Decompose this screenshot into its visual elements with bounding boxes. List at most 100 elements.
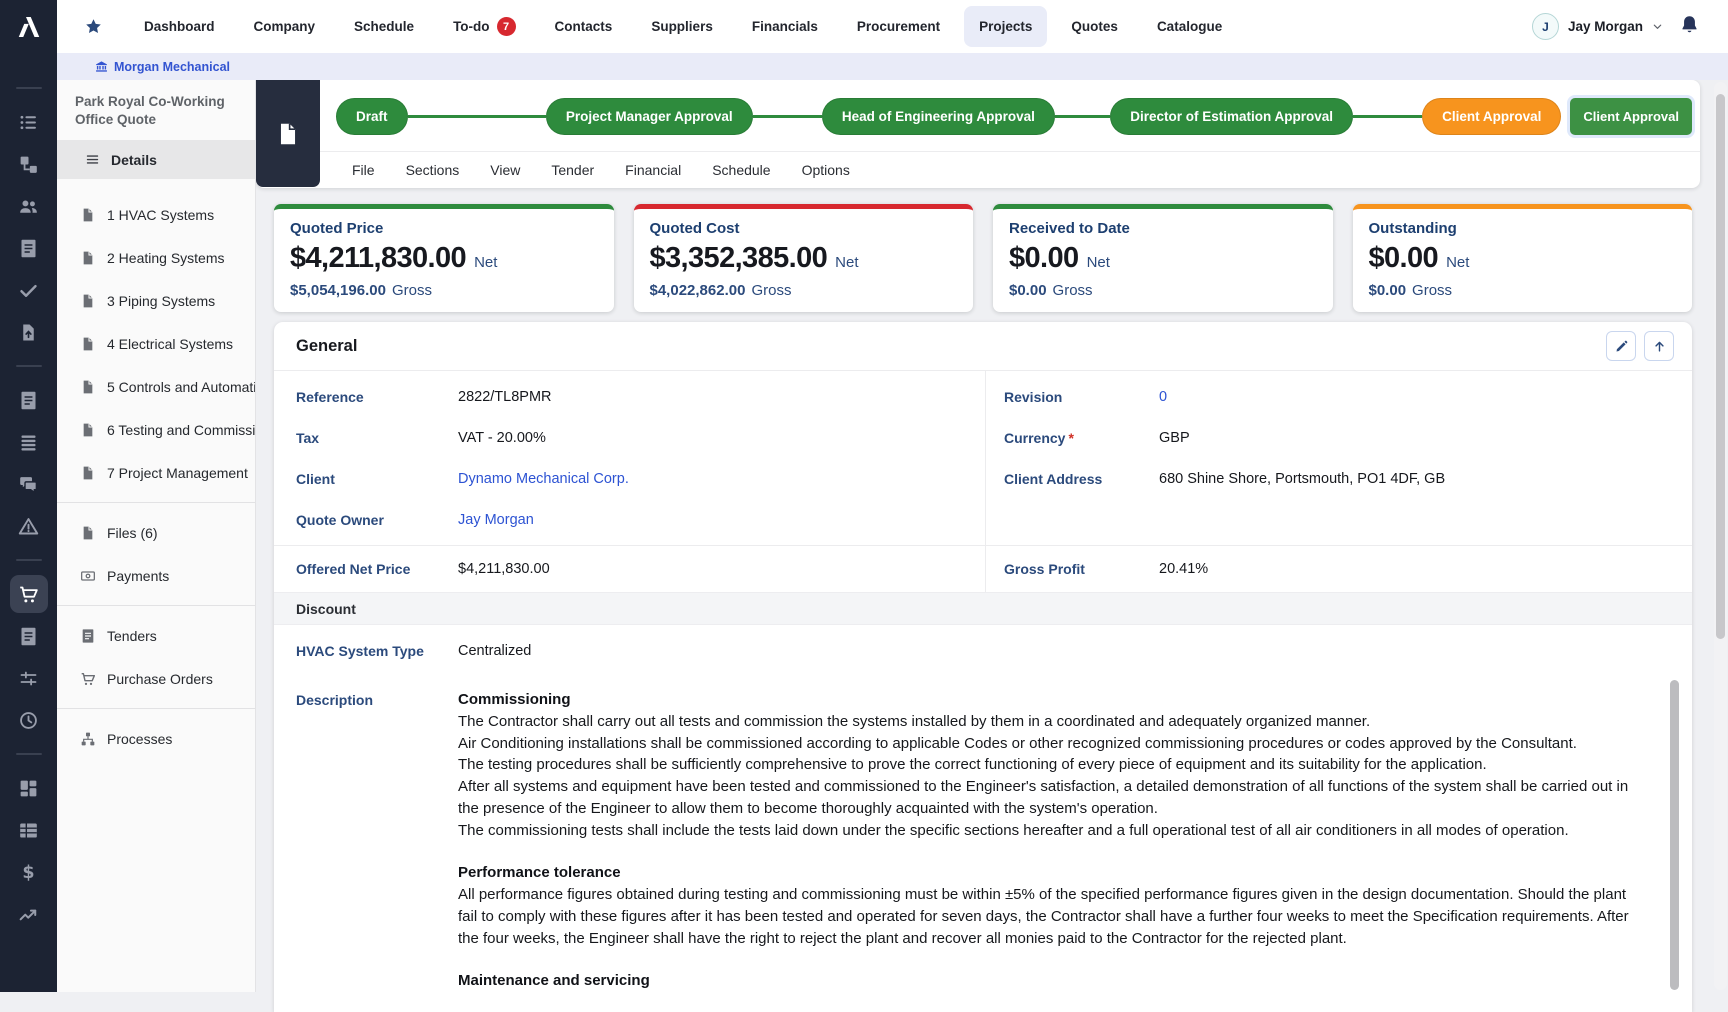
client-approval-button[interactable]: Client Approval bbox=[1570, 98, 1692, 135]
hvac-system-type-field: HVAC System Type Centralized bbox=[274, 625, 1692, 677]
document-icon bbox=[18, 390, 39, 411]
rail-item-chat[interactable] bbox=[10, 465, 48, 503]
collapse-button[interactable] bbox=[1644, 331, 1674, 361]
nav-item-quotes[interactable]: Quotes bbox=[1056, 6, 1133, 47]
rail-item-document[interactable] bbox=[10, 617, 48, 655]
gross-profit-field: Gross Profit 20.41% bbox=[985, 546, 1692, 592]
workflow-step-director-of-estimation-approval[interactable]: Director of Estimation Approval bbox=[1110, 98, 1353, 135]
file-icon bbox=[80, 336, 96, 352]
nav-item-catalogue[interactable]: Catalogue bbox=[1142, 6, 1237, 47]
dollar-icon: $ bbox=[18, 862, 39, 883]
hierarchy-icon bbox=[18, 154, 39, 175]
user-menu[interactable]: J Jay Morgan bbox=[1532, 13, 1663, 40]
card-net-value: $0.00 bbox=[1009, 242, 1079, 275]
description-paragraph: The testing procedures shall be sufficie… bbox=[458, 754, 1644, 776]
edit-button[interactable] bbox=[1606, 331, 1636, 361]
rail-item-people[interactable] bbox=[10, 187, 48, 225]
card-title: Quoted Cost bbox=[650, 220, 958, 237]
sidebar-item-7-project-management[interactable]: 7 Project Management bbox=[57, 451, 255, 494]
description-paragraph: After all systems and equipment have bee… bbox=[458, 776, 1644, 820]
nav-item-suppliers[interactable]: Suppliers bbox=[636, 6, 728, 47]
check-icon bbox=[18, 280, 39, 301]
list-icon bbox=[18, 112, 39, 133]
todo-badge: 7 bbox=[497, 17, 516, 36]
sidebar-item-5-controls-and-automation[interactable]: 5 Controls and Automation bbox=[57, 365, 255, 408]
menu-item-options[interactable]: Options bbox=[802, 162, 850, 178]
app-logo[interactable] bbox=[0, 0, 57, 53]
rail-item-clock[interactable] bbox=[10, 701, 48, 739]
rail-item-warning[interactable] bbox=[10, 507, 48, 545]
menu-item-schedule[interactable]: Schedule bbox=[712, 162, 770, 178]
rail-item-table[interactable] bbox=[10, 811, 48, 849]
sidebar-item-6-testing-and-commissioning[interactable]: 6 Testing and Commissioning bbox=[57, 408, 255, 451]
sidebar-item-tenders[interactable]: Tenders bbox=[57, 614, 255, 657]
sidebar-item-label: Purchase Orders bbox=[107, 671, 213, 687]
field-value[interactable]: 0 bbox=[1159, 389, 1167, 405]
field-value: 20.41% bbox=[1159, 561, 1208, 577]
tax-field: TaxVAT - 20.00% bbox=[274, 417, 985, 458]
workflow-step-head-of-engineering-approval[interactable]: Head of Engineering Approval bbox=[822, 98, 1055, 135]
field-label: Revision bbox=[1004, 389, 1159, 405]
rail-item-document[interactable] bbox=[10, 381, 48, 419]
sidebar-item-processes[interactable]: Processes bbox=[57, 717, 255, 760]
breadcrumb-bar: Morgan Mechanical bbox=[57, 53, 1728, 80]
sidebar-item-4-electrical-systems[interactable]: 4 Electrical Systems bbox=[57, 322, 255, 365]
sidebar-item-2-heating-systems[interactable]: 2 Heating Systems bbox=[57, 236, 255, 279]
quote-doc-tab[interactable] bbox=[256, 80, 320, 187]
rail-item-tune[interactable] bbox=[10, 659, 48, 697]
menu-item-file[interactable]: File bbox=[352, 162, 375, 178]
rail-item-grid[interactable] bbox=[10, 769, 48, 807]
nav-item-procurement[interactable]: Procurement bbox=[842, 6, 955, 47]
rail-item-hierarchy[interactable] bbox=[10, 145, 48, 183]
sidebar-item-purchase-orders[interactable]: Purchase Orders bbox=[57, 657, 255, 700]
description-scrollbar-thumb[interactable] bbox=[1670, 680, 1679, 990]
rail-item-file-upload[interactable] bbox=[10, 313, 48, 351]
workflow-step-client-approval[interactable]: Client Approval bbox=[1422, 98, 1561, 135]
cart-icon bbox=[18, 584, 39, 605]
rail-item-rows[interactable] bbox=[10, 423, 48, 461]
field-value[interactable]: Jay Morgan bbox=[458, 512, 534, 528]
card-net-value: $4,211,830.00 bbox=[290, 242, 466, 275]
nav-item-label: Quotes bbox=[1071, 19, 1118, 34]
workflow-step-draft[interactable]: Draft bbox=[336, 98, 408, 135]
description-paragraph: All performance figures obtained during … bbox=[458, 884, 1644, 949]
field-label: Client Address bbox=[1004, 471, 1159, 487]
nav-item-dashboard[interactable]: Dashboard bbox=[129, 6, 230, 47]
field-value[interactable]: Dynamo Mechanical Corp. bbox=[458, 471, 629, 487]
favorites-button[interactable] bbox=[84, 17, 103, 36]
rail-item-trend[interactable] bbox=[10, 895, 48, 933]
rail-item-dollar[interactable]: $ bbox=[10, 853, 48, 891]
nav-item-financials[interactable]: Financials bbox=[737, 6, 833, 47]
card-gross-row: $5,054,196.00Gross bbox=[290, 282, 598, 299]
page-scrollbar-thumb[interactable] bbox=[1716, 94, 1725, 639]
rail-item-check[interactable] bbox=[10, 271, 48, 309]
sidebar-item-1-hvac-systems[interactable]: 1 HVAC Systems bbox=[57, 193, 255, 236]
sidebar-group: Tenders Purchase Orders bbox=[57, 605, 255, 708]
rows-icon bbox=[18, 432, 39, 453]
rail-item-document[interactable] bbox=[10, 229, 48, 267]
workflow-step-project-manager-approval[interactable]: Project Manager Approval bbox=[546, 98, 753, 135]
rail-item-cart[interactable] bbox=[10, 575, 48, 613]
sidebar-item-details[interactable]: Details bbox=[57, 140, 255, 179]
breadcrumb-company-link[interactable]: Morgan Mechanical bbox=[95, 60, 230, 74]
sidebar-item-files-6[interactable]: Files (6) bbox=[57, 511, 255, 554]
nav-item-company[interactable]: Company bbox=[239, 6, 331, 47]
nav-item-schedule[interactable]: Schedule bbox=[339, 6, 429, 47]
workflow-bar: Draft Project Manager Approval Head of Eng… bbox=[336, 97, 1692, 135]
sidebar-item-payments[interactable]: Payments bbox=[57, 554, 255, 597]
nav-item-contacts[interactable]: Contacts bbox=[540, 6, 628, 47]
nav-item-label: Projects bbox=[979, 19, 1032, 34]
file-upload-icon bbox=[18, 322, 39, 343]
notifications-button[interactable] bbox=[1679, 14, 1700, 40]
menu-item-view[interactable]: View bbox=[490, 162, 520, 178]
sidebar-item-3-piping-systems[interactable]: 3 Piping Systems bbox=[57, 279, 255, 322]
card-gross-label: Gross bbox=[1412, 282, 1452, 299]
menu-item-sections[interactable]: Sections bbox=[406, 162, 460, 178]
document-icon bbox=[18, 238, 39, 259]
nav-item-to-do[interactable]: To-do7 bbox=[438, 4, 530, 49]
menu-item-financial[interactable]: Financial bbox=[625, 162, 681, 178]
nav-item-projects[interactable]: Projects bbox=[964, 6, 1047, 47]
menu-item-tender[interactable]: Tender bbox=[551, 162, 594, 178]
rail-item-list[interactable] bbox=[10, 103, 48, 141]
quote-title: Park Royal Co-Working Office Quote bbox=[57, 80, 255, 140]
